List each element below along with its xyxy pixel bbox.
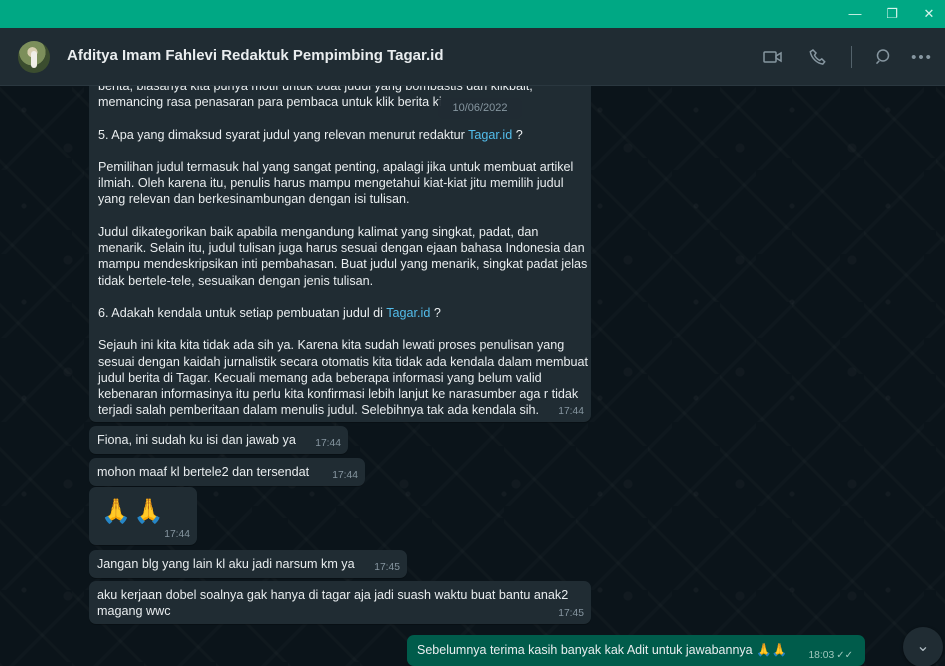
conversation-panel[interactable]: berita, biasanya kita punya motif untuk … <box>0 86 945 666</box>
message-line: kebenaran informasinya itu perlu kita ko… <box>98 387 579 402</box>
more-options-icon[interactable]: ••• <box>910 45 934 69</box>
chat-header: Afditya Imam Fahlevi Redaktuk Pempimbing… <box>0 28 945 86</box>
message-gap <box>98 321 583 337</box>
incoming-message[interactable]: Fiona, ini sudah ku isi dan jawab ya 17:… <box>89 426 348 454</box>
message-line: aku kerjaan dobel soalnya gak hanya di t… <box>97 588 569 602</box>
maximize-button[interactable]: ❐ <box>877 0 907 28</box>
header-separator <box>851 46 852 68</box>
outgoing-message[interactable]: Sebelumnya terima kasih banyak kak Adit … <box>407 635 865 666</box>
message-text: Fiona, ini sudah ku isi dan jawab ya <box>97 433 296 447</box>
scroll-down-icon[interactable]: ⌄ <box>903 627 943 666</box>
contact-name[interactable]: Afditya Imam Fahlevi Redaktuk Pempimbing… <box>67 47 443 64</box>
message-time: 18:03 ✓✓ <box>808 650 853 662</box>
praying-hands-icon: 🙏🙏 <box>101 498 167 525</box>
message-line: judul berita di Tagar. Kecuali memang ad… <box>98 370 542 385</box>
read-receipt-icon: ✓✓ <box>836 650 853 661</box>
message-line: sesuai dengan kaidah jurnalistik secara … <box>98 354 589 369</box>
incoming-message[interactable]: mohon maaf kl bertele2 dan tersendat 17:… <box>89 458 365 486</box>
message-time: 17:44 <box>164 529 190 540</box>
close-button[interactable]: ✕ <box>914 0 944 28</box>
message-line: mampu mendeskripsikan inti pembahasan. B… <box>98 257 588 272</box>
question-six: 6. Adakah kendala untuk setiap pembuatan… <box>98 305 583 321</box>
message-line: Sejauh ini kita kita tidak ada sih ya. K… <box>98 338 565 353</box>
incoming-message[interactable]: Jangan blg yang lain kl aku jadi narsum … <box>89 550 407 578</box>
question-five-suffix: ? <box>512 127 523 142</box>
question-six-suffix: ? <box>430 305 441 320</box>
sent-time: 18:03 <box>808 650 835 661</box>
contact-avatar[interactable] <box>18 41 50 73</box>
message-gap <box>98 208 583 224</box>
message-line: terjadi salah pemberitaan dalam menulis … <box>98 403 540 418</box>
window-titlebar: — ❐ ✕ <box>0 0 945 28</box>
question-six-text: 6. Adakah kendala untuk setiap pembuatan… <box>98 305 387 320</box>
message-gap <box>98 143 583 159</box>
search-icon[interactable] <box>872 45 896 69</box>
message-text: Jangan blg yang lain kl aku jadi narsum … <box>97 557 355 571</box>
message-line: menarik. Selain itu, judul tulisan juga … <box>98 241 585 256</box>
message-time: 17:44 <box>332 470 358 481</box>
message-line: Pemilihan judul termasuk hal yang sangat… <box>98 159 574 174</box>
whatsapp-window: — ❐ ✕ Afditya Imam Fahlevi Redaktuk Pemp… <box>0 0 945 666</box>
message-time: 17:44 <box>558 406 584 417</box>
message-line: magang wwc <box>97 604 171 619</box>
message-gap <box>98 289 583 305</box>
message-time: 17:45 <box>374 562 400 573</box>
video-call-icon[interactable] <box>761 45 785 69</box>
tagar-link[interactable]: Tagar.id <box>386 306 430 320</box>
date-badge: 10/06/2022 <box>438 98 522 119</box>
message-line: ilmiah. Oleh karena itu, penulis harus m… <box>98 176 564 191</box>
incoming-long-message[interactable]: berita, biasanya kita punya motif untuk … <box>89 86 591 422</box>
question-five-text: 5. Apa yang dimaksud syarat judul yang r… <box>98 127 469 142</box>
message-text: Sebelumnya terima kasih banyak kak Adit … <box>417 643 788 657</box>
message-line: berita, biasanya kita punya motif untuk … <box>98 86 533 93</box>
minimize-button[interactable]: — <box>840 0 870 28</box>
message-line: Judul dikategorikan baik apabila mengand… <box>98 224 539 239</box>
message-line: tidak bertele-tele, sesuaikan dengan jen… <box>98 273 374 288</box>
message-time: 17:44 <box>315 438 341 449</box>
phone-icon[interactable] <box>805 45 829 69</box>
message-line: yang relevan dan berkesinambungan dengan… <box>98 192 410 207</box>
tagar-link[interactable]: Tagar.id <box>468 128 512 142</box>
incoming-emoji-message[interactable]: 🙏🙏 17:44 <box>89 487 197 545</box>
incoming-message[interactable]: aku kerjaan dobel soalnya gak hanya di t… <box>89 581 591 624</box>
message-time: 17:45 <box>558 608 584 619</box>
message-text: mohon maaf kl bertele2 dan tersendat <box>97 465 310 479</box>
question-five: 5. Apa yang dimaksud syarat judul yang r… <box>98 127 583 143</box>
